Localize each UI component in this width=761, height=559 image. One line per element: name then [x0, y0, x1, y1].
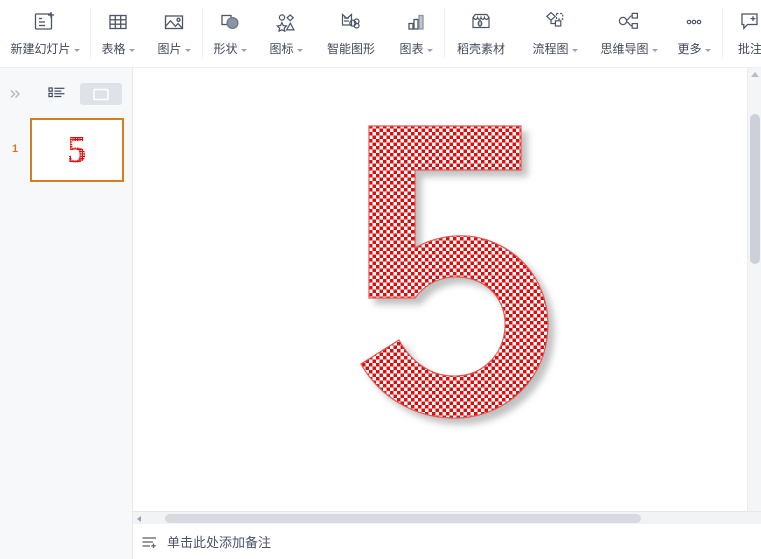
chevron-down-icon[interactable] — [184, 48, 191, 52]
slide-panel-header — [0, 78, 133, 110]
table-icon — [106, 6, 130, 38]
chevron-down-icon[interactable] — [651, 48, 658, 52]
ribbon-label: 形状 — [213, 42, 247, 56]
ribbon-label: 表格 — [101, 42, 135, 56]
vertical-scrollbar-thumb[interactable] — [750, 114, 760, 264]
icons-label: 图标 — [269, 42, 294, 56]
smartart-label: 智能图形 — [326, 42, 375, 56]
new-slide-button[interactable]: 新建幻灯片 — [0, 0, 90, 66]
slide-thumbnail[interactable]: 5 — [30, 118, 124, 182]
slide-thumbnail-panel: 1 5 — [0, 68, 133, 559]
flowchart-button[interactable]: 流程图 — [518, 0, 592, 66]
slide-thumbnail-content: 5 — [67, 129, 87, 171]
mindmap-icon — [616, 6, 642, 38]
slide-editor-area — [133, 68, 761, 511]
wordart-five-object[interactable] — [341, 118, 571, 438]
chart-icon — [404, 6, 428, 38]
ribbon-group-resources: 稻壳素材 流程图 思维导图 更多 — [444, 0, 722, 67]
chevron-down-icon[interactable] — [128, 48, 135, 52]
ribbon-group-slide: 新建幻灯片 — [0, 0, 90, 67]
chart-label: 图表 — [399, 42, 424, 56]
docer-material-label: 稻壳素材 — [456, 42, 505, 56]
slide-panel-footer-background — [0, 511, 133, 559]
ribbon-label: 稻壳素材 — [457, 42, 505, 56]
ribbon-label: 图标 — [269, 42, 303, 56]
outline-view-icon[interactable] — [42, 82, 72, 106]
picture-icon — [162, 6, 186, 38]
horizontal-scrollbar-thumb[interactable] — [165, 514, 641, 523]
comment-add-icon — [737, 6, 761, 38]
notes-placeholder[interactable]: 单击此处添加备注 — [167, 532, 271, 551]
ribbon-label: 流程图 — [532, 42, 578, 56]
shapes-button[interactable]: 形状 — [202, 0, 258, 66]
shapes-icon — [218, 6, 242, 38]
picture-button[interactable]: 图片 — [146, 0, 202, 66]
ribbon-label: 新建幻灯片 — [10, 42, 80, 56]
new-slide-label: 新建幻灯片 — [10, 42, 71, 56]
ribbon-label: 更多 — [677, 42, 711, 56]
docer-material-button[interactable]: 稻壳素材 — [444, 0, 518, 66]
docer-material-icon — [468, 6, 494, 38]
chevron-down-icon[interactable] — [704, 48, 711, 52]
ribbon-group-comment: 批注 — [722, 0, 761, 67]
new-slide-icon — [32, 6, 58, 38]
notes-icon — [141, 534, 159, 550]
scroll-left-arrow-icon[interactable] — [137, 516, 141, 522]
ribbon-label: 批注 — [738, 42, 761, 56]
horizontal-scrollbar[interactable] — [133, 511, 761, 524]
flowchart-label: 流程图 — [532, 42, 569, 56]
ribbon-label: 智能图形 — [327, 42, 375, 56]
slide-number: 1 — [11, 143, 19, 155]
chevron-down-icon[interactable] — [73, 48, 80, 52]
flowchart-icon — [542, 6, 568, 38]
thumbnail-view-icon[interactable] — [80, 83, 122, 105]
scroll-up-arrow-icon[interactable] — [751, 72, 759, 77]
mindmap-button[interactable]: 思维导图 — [592, 0, 666, 66]
icons-icon — [274, 6, 298, 38]
comment-label: 批注 — [737, 42, 761, 56]
icons-button[interactable]: 图标 — [258, 0, 314, 66]
chevron-down-icon[interactable] — [426, 48, 433, 52]
ribbon-label: 思维导图 — [600, 42, 658, 56]
wps-presentation-window: 新建幻灯片 表格 图片 形状 图标 智能图形 图表 稻壳素材 流程图 思维导图 … — [0, 0, 761, 559]
more-button[interactable]: 更多 — [666, 0, 722, 66]
ribbon-group-graphics: 形状 图标 智能图形 图表 — [202, 0, 444, 67]
chart-button[interactable]: 图表 — [388, 0, 444, 66]
more-label: 更多 — [677, 42, 702, 56]
chevron-down-icon[interactable] — [571, 48, 578, 52]
comment-button[interactable]: 批注 — [722, 0, 761, 66]
notes-pane[interactable]: 单击此处添加备注 — [133, 524, 761, 559]
chevron-down-icon[interactable] — [296, 48, 303, 52]
chevron-down-icon[interactable] — [240, 48, 247, 52]
mindmap-label: 思维导图 — [600, 42, 649, 56]
table-label: 表格 — [101, 42, 126, 56]
vertical-scrollbar[interactable] — [747, 68, 761, 511]
picture-label: 图片 — [157, 42, 182, 56]
smartart-icon — [338, 6, 364, 38]
shapes-label: 形状 — [213, 42, 238, 56]
ribbon-label: 图表 — [399, 42, 433, 56]
smartart-button[interactable]: 智能图形 — [314, 0, 388, 66]
more-dots-icon — [682, 6, 706, 38]
ribbon-label: 图片 — [157, 42, 191, 56]
ribbon-group-insert-basic: 表格 图片 — [90, 0, 202, 67]
slide-list-item[interactable]: 1 5 — [0, 118, 133, 182]
chevron-double-right-icon[interactable] — [2, 81, 28, 107]
table-button[interactable]: 表格 — [90, 0, 146, 66]
slide-canvas[interactable] — [136, 70, 729, 511]
ribbon-toolbar: 新建幻灯片 表格 图片 形状 图标 智能图形 图表 稻壳素材 流程图 思维导图 … — [0, 0, 761, 68]
